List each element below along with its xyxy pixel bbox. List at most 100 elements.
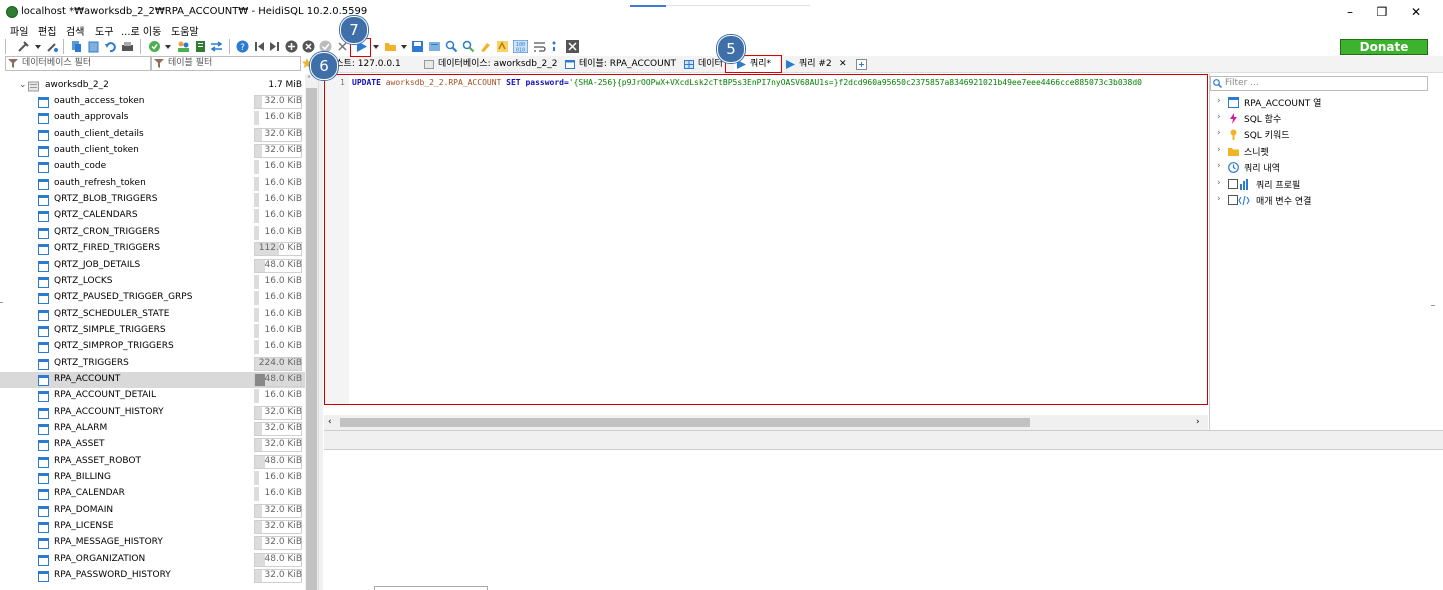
undo-icon[interactable] (104, 40, 117, 53)
scroll-left-arrow-icon[interactable]: ‹ (328, 417, 332, 427)
semicolon-icon[interactable] (550, 40, 558, 53)
tree-database-node[interactable]: ⌄ aworksdb_2_2 1.7 MiB (0, 78, 305, 94)
table-row[interactable]: QRTZ_BLOB_TRIGGERS 16.0 KiB (0, 192, 305, 208)
table-row[interactable]: QRTZ_JOB_DETAILS 48.0 KiB (0, 258, 305, 274)
editor-scrollbar-thumb[interactable] (340, 418, 1030, 427)
result-tab[interactable] (374, 586, 488, 590)
menu-file[interactable]: 파일 (10, 23, 28, 38)
table-size: 32.0 KiB (264, 128, 302, 139)
print-icon[interactable] (121, 40, 134, 53)
find-replace-icon[interactable] (462, 40, 475, 53)
table-row[interactable]: RPA_PASSWORD_HISTORY 32.0 KiB (0, 568, 305, 584)
table-row[interactable]: QRTZ_SCHEDULER_STATE 16.0 KiB (0, 307, 305, 323)
refresh-icon[interactable] (148, 40, 161, 53)
minimize-button[interactable]: – (1337, 4, 1363, 20)
find-icon[interactable] (445, 40, 458, 53)
checkbox-bar-chart-icon[interactable] (1228, 179, 1250, 190)
export-icon[interactable] (194, 40, 207, 53)
delete-record-icon[interactable] (302, 40, 315, 53)
insert-record-icon[interactable] (285, 40, 298, 53)
table-row[interactable]: RPA_ASSET_ROBOT 48.0 KiB (0, 454, 305, 470)
copy-icon[interactable] (70, 40, 83, 53)
dropdown-arrow-icon[interactable] (34, 40, 42, 53)
menu-help[interactable]: 도움말 (171, 23, 199, 38)
paste-icon[interactable] (87, 40, 100, 53)
results-grid[interactable] (324, 451, 1443, 590)
database-filter-input[interactable]: 데이터베이스 필터 (5, 56, 151, 71)
chevron-down-icon[interactable]: ⌄ (19, 80, 27, 90)
table-row[interactable]: QRTZ_SIMPROP_TRIGGERS 16.0 KiB (0, 339, 305, 355)
table-name: QRTZ_PAUSED_TRIGGER_GRPS (54, 292, 193, 303)
table-row[interactable]: RPA_MESSAGE_HISTORY 32.0 KiB (0, 535, 305, 551)
tab-query-2[interactable]: 쿼리 #2 (783, 57, 832, 72)
open-folder-icon[interactable] (384, 40, 397, 53)
helper-filter-input[interactable]: Filter ... (1210, 76, 1428, 91)
disconnect-icon[interactable] (46, 40, 59, 53)
help-icon[interactable]: ? (236, 40, 249, 53)
table-row[interactable]: RPA_ACCOUNT_HISTORY 32.0 KiB (0, 405, 305, 421)
dropdown-arrow-icon[interactable] (400, 40, 408, 53)
table-row[interactable]: QRTZ_CALENDARS 16.0 KiB (0, 208, 305, 224)
checkbox-code-icon[interactable] (1228, 195, 1250, 206)
menu-search[interactable]: 검색 (66, 23, 84, 38)
user-manager-icon[interactable] (177, 40, 190, 53)
pane-splitter[interactable] (318, 56, 323, 590)
menu-tools[interactable]: 도구 (95, 23, 113, 38)
new-query-tab-icon[interactable] (856, 59, 867, 70)
tab-data-label: 데이터 (698, 59, 723, 69)
sql-text[interactable]: UPDATE aworksdb_2_2.RPA_ACCOUNT SET pass… (352, 78, 1202, 87)
table-size: 16.0 KiB (264, 472, 302, 483)
table-row[interactable]: QRTZ_PAUSED_TRIGGER_GRPS 16.0 KiB (0, 290, 305, 306)
table-row[interactable]: oauth_access_token 32.0 KiB (0, 94, 305, 110)
reformat-sql-icon[interactable] (496, 40, 509, 53)
table-row[interactable]: RPA_ASSET 32.0 KiB (0, 437, 305, 453)
menu-goto[interactable]: ...로 이동 (121, 23, 161, 38)
table-row[interactable]: RPA_ACCOUNT_DETAIL 16.0 KiB (0, 388, 305, 404)
table-row[interactable]: oauth_code 16.0 KiB (0, 159, 305, 175)
table-row[interactable]: QRTZ_TRIGGERS 224.0 KiB (0, 356, 305, 372)
tab-host[interactable]: 호스트: 127.0.0.1 (327, 57, 401, 72)
table-filter-input[interactable]: 테이블 필터 (151, 56, 301, 71)
table-row[interactable]: oauth_client_token 32.0 KiB (0, 143, 305, 159)
helper-item-label: SQL 함수 (1244, 115, 1282, 125)
dropdown-arrow-icon[interactable] (164, 40, 172, 53)
scroll-up-arrow-icon[interactable]: ˄ (307, 75, 311, 84)
table-row[interactable]: RPA_BILLING 16.0 KiB (0, 470, 305, 486)
connect-icon[interactable] (17, 40, 30, 53)
save-snippet-icon[interactable] (428, 40, 441, 53)
table-row[interactable]: RPA_ORGANIZATION 48.0 KiB (0, 552, 305, 568)
binary-mode-icon[interactable]: 100010 (513, 40, 528, 53)
clear-icon[interactable] (479, 40, 492, 53)
table-row[interactable]: RPA_DOMAIN 32.0 KiB (0, 503, 305, 519)
donate-button[interactable]: Donate (1340, 39, 1428, 55)
tab-table[interactable]: 테이블: RPA_ACCOUNT (563, 57, 676, 72)
maximize-button[interactable]: ❒ (1369, 4, 1395, 20)
table-row[interactable]: oauth_approvals 16.0 KiB (0, 110, 305, 126)
tree-scrollbar-thumb[interactable] (306, 88, 317, 590)
menu-edit[interactable]: 편집 (38, 23, 56, 38)
table-row[interactable]: RPA_ALARM 32.0 KiB (0, 421, 305, 437)
table-row[interactable]: oauth_refresh_token 16.0 KiB (0, 176, 305, 192)
table-row[interactable]: QRTZ_SIMPLE_TRIGGERS 16.0 KiB (0, 323, 305, 339)
table-row[interactable]: QRTZ_FIRED_TRIGGERS 112.0 KiB (0, 241, 305, 257)
close-tab-button[interactable]: ✕ (839, 59, 847, 69)
tab-database[interactable]: 데이터베이스: aworksdb_2_2 (422, 57, 557, 72)
table-row[interactable]: RPA_CALENDAR 16.0 KiB (0, 486, 305, 502)
table-row[interactable]: oauth_client_details 32.0 KiB (0, 127, 305, 143)
dropdown-arrow-icon[interactable] (372, 40, 380, 53)
scroll-right-arrow-icon[interactable]: › (1196, 417, 1200, 427)
tab-data[interactable]: 데이터 (682, 57, 723, 72)
close-query-icon[interactable] (566, 40, 579, 53)
first-record-icon[interactable] (253, 40, 266, 53)
word-wrap-icon[interactable] (533, 40, 546, 53)
table-row[interactable]: RPA_ACCOUNT 48.0 KiB (0, 371, 305, 388)
save-icon[interactable] (411, 40, 424, 53)
table-row[interactable]: RPA_LICENSE 32.0 KiB (0, 519, 305, 535)
table-row[interactable]: QRTZ_CRON_TRIGGERS 16.0 KiB (0, 225, 305, 241)
table-icon (38, 571, 49, 583)
close-window-button[interactable]: ✕ (1403, 4, 1429, 20)
last-record-icon[interactable] (268, 40, 281, 53)
table-row[interactable]: QRTZ_LOCKS 16.0 KiB (0, 274, 305, 290)
transfer-icon[interactable] (210, 40, 223, 53)
sql-editor[interactable] (324, 74, 1208, 405)
